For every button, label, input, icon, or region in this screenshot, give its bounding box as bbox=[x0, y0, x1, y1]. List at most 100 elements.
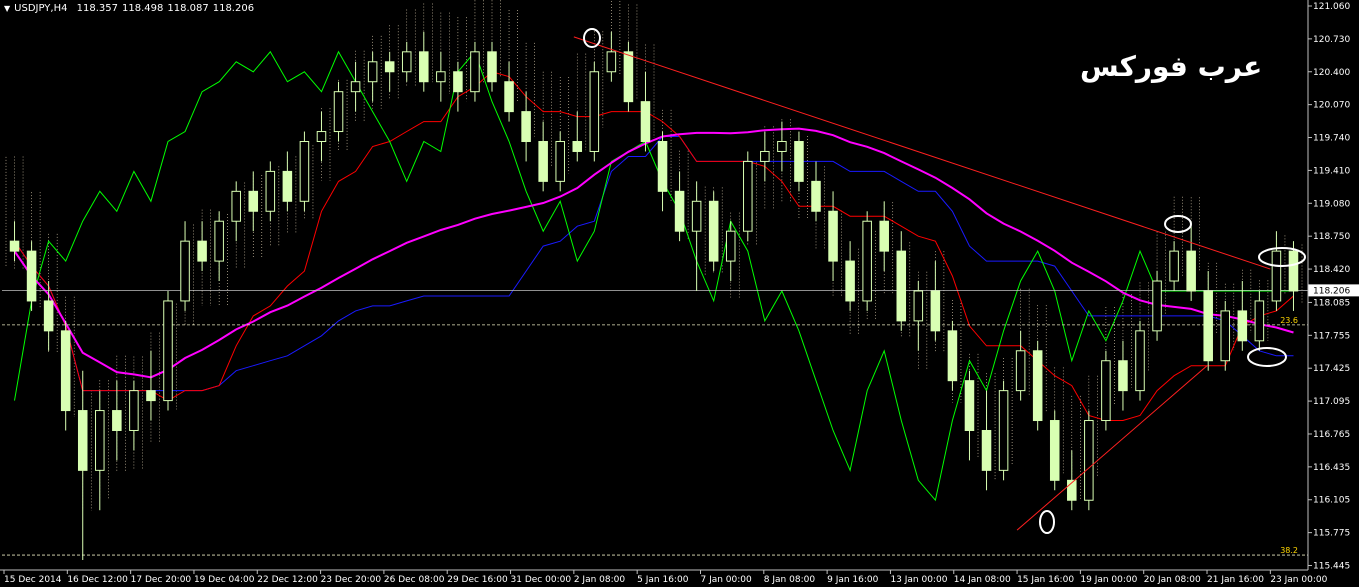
candle-body bbox=[333, 91, 344, 133]
candle-body bbox=[589, 71, 600, 152]
fib-label: 23.6 bbox=[1280, 316, 1298, 325]
candle-body bbox=[1135, 330, 1145, 392]
candle-body bbox=[197, 240, 207, 262]
candle-body bbox=[180, 240, 190, 302]
chart-header: ▼ USDJPY,H4 118.357 118.498 118.087 118.206 bbox=[4, 3, 258, 14]
y-tick-label: 118.420 bbox=[1313, 265, 1350, 275]
ohlc-values: 118.357 118.498 118.087 118.206 bbox=[77, 3, 258, 14]
x-tick-label: 7 Jan 00:00 bbox=[700, 575, 752, 585]
candle-body bbox=[521, 111, 531, 143]
candle-body bbox=[1271, 250, 1282, 302]
x-tick-label: 19 Jan 00:00 bbox=[1080, 575, 1137, 585]
candle-body bbox=[743, 160, 753, 232]
y-tick-label: 118.750 bbox=[1313, 232, 1350, 242]
candle-body bbox=[930, 290, 941, 332]
candle-body bbox=[1254, 300, 1265, 342]
candle-body bbox=[1032, 350, 1043, 422]
candle-body bbox=[504, 81, 514, 113]
x-tick-label: 13 Jan 00:00 bbox=[890, 575, 947, 585]
candle-body bbox=[760, 150, 770, 162]
candle-body bbox=[964, 380, 975, 431]
candle-body bbox=[538, 141, 548, 182]
candle-body bbox=[913, 290, 924, 322]
x-tick-label: 15 Dec 2014 bbox=[4, 575, 62, 585]
candle-body bbox=[777, 141, 787, 152]
candle-body bbox=[1118, 360, 1128, 392]
price-chart[interactable]: 118.206 23.6 38.2 121.060 120.730 120.400 120… bbox=[0, 0, 1359, 587]
x-tick-label: 19 Dec 04:00 bbox=[194, 575, 255, 585]
symbol-label: USDJPY,H4 bbox=[14, 3, 68, 14]
open-value: 118.357 bbox=[76, 3, 118, 14]
candle-body bbox=[60, 330, 71, 412]
x-tick-label: 5 Jan 16:00 bbox=[637, 575, 689, 585]
candle-body bbox=[606, 51, 617, 73]
candle-body bbox=[129, 390, 139, 431]
candle-body bbox=[1152, 280, 1162, 332]
candle-body bbox=[95, 410, 105, 471]
candle-body bbox=[1237, 310, 1248, 342]
current-price-label: 118.206 bbox=[1313, 286, 1350, 296]
candle-body bbox=[419, 51, 429, 83]
x-tick-label: 20 Jan 08:00 bbox=[1144, 575, 1201, 585]
candle-body bbox=[384, 61, 395, 73]
y-tick-label: 115.445 bbox=[1313, 562, 1350, 572]
candle-body bbox=[350, 81, 361, 93]
candle-body bbox=[674, 190, 685, 232]
candle-body bbox=[862, 220, 872, 302]
candle-body bbox=[623, 51, 634, 103]
x-tick-label: 23 Dec 20:00 bbox=[321, 575, 382, 585]
candle-body bbox=[112, 410, 122, 431]
x-tick-label: 8 Jan 08:00 bbox=[764, 575, 816, 585]
candle-body bbox=[146, 390, 156, 402]
y-tick-label: 116.105 bbox=[1313, 496, 1350, 506]
candle-body bbox=[367, 61, 378, 83]
candle-body bbox=[879, 220, 889, 252]
candle-body bbox=[947, 330, 958, 382]
y-tick-label: 117.755 bbox=[1313, 331, 1350, 341]
x-tick-label: 22 Dec 12:00 bbox=[257, 575, 318, 585]
fib-label: 38.2 bbox=[1280, 546, 1298, 555]
x-tick-label: 26 Dec 08:00 bbox=[384, 575, 445, 585]
y-tick-label: 115.775 bbox=[1313, 529, 1350, 539]
low-value: 118.087 bbox=[167, 3, 209, 14]
candle-body bbox=[1049, 420, 1060, 481]
x-tick-label: 31 Dec 00:00 bbox=[511, 575, 572, 585]
y-tick-label: 120.070 bbox=[1313, 101, 1350, 111]
x-tick-label: 17 Dec 20:00 bbox=[131, 575, 192, 585]
candle-body bbox=[1220, 310, 1231, 362]
candle-body bbox=[299, 141, 310, 202]
candle-body bbox=[77, 410, 88, 471]
candle-body bbox=[572, 141, 583, 152]
candle-body bbox=[1186, 250, 1196, 292]
candle-body bbox=[26, 250, 37, 302]
candle-body bbox=[845, 260, 855, 302]
x-tick-label: 9 Jan 16:00 bbox=[827, 575, 879, 585]
candle-body bbox=[470, 51, 480, 93]
y-tick-label: 117.095 bbox=[1313, 397, 1350, 407]
y-tick-label: 119.740 bbox=[1313, 134, 1350, 144]
y-tick-label: 118.085 bbox=[1313, 298, 1350, 308]
close-value: 118.206 bbox=[212, 3, 255, 14]
x-tick-label: 21 Jan 16:00 bbox=[1207, 575, 1264, 585]
candle-body bbox=[981, 429, 992, 471]
candle-body bbox=[640, 101, 651, 143]
candle-body bbox=[453, 71, 463, 93]
candle-body bbox=[691, 200, 702, 232]
candle-body bbox=[282, 170, 293, 202]
candle-body bbox=[231, 190, 241, 222]
x-tick-label: 29 Dec 16:00 bbox=[447, 575, 508, 585]
x-tick-label: 2 Jan 08:00 bbox=[574, 575, 626, 585]
x-tick-label: 14 Jan 08:00 bbox=[954, 575, 1011, 585]
dropdown-triangle-icon[interactable]: ▼ bbox=[4, 4, 10, 13]
candle-body bbox=[555, 141, 565, 182]
y-tick-label: 120.730 bbox=[1313, 35, 1350, 45]
candle-body bbox=[1169, 250, 1179, 282]
candle-body bbox=[725, 230, 736, 262]
x-tick-label: 16 Dec 12:00 bbox=[67, 575, 128, 585]
candle-body bbox=[828, 210, 838, 262]
candle-body bbox=[657, 141, 668, 192]
candle-body bbox=[487, 51, 497, 83]
candle-body bbox=[1288, 250, 1299, 292]
candle-body bbox=[265, 170, 276, 212]
candle-body bbox=[316, 131, 327, 143]
